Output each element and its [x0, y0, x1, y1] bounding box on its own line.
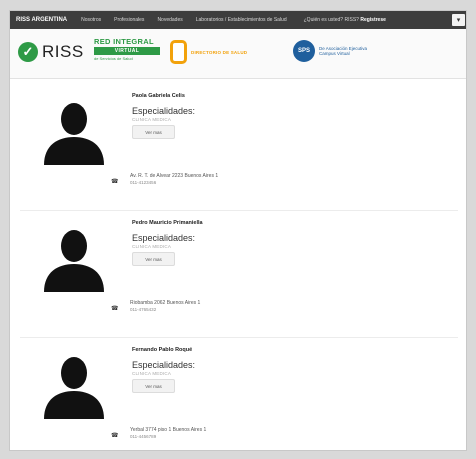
red-integral-title: RED INTEGRAL: [94, 37, 154, 46]
red-integral-subtitle: de Servicios de Salud: [94, 56, 133, 61]
doctor-address: Av. R. T. de Alvear 2223 Buenos Aires 1: [130, 173, 219, 179]
logo-strip: ✓ RISS RED INTEGRAL VIRTUAL de Servicios…: [10, 29, 466, 79]
register-link[interactable]: Registrese: [360, 17, 386, 23]
directorio-text: DIRECTORIO DE SALUD: [191, 49, 248, 55]
riss-logo-text: RISS: [42, 42, 84, 61]
ver-mas-button[interactable]: Ver mas: [132, 379, 175, 393]
page-frame: RISS ARGENTINA Nosotros Profesionales No…: [9, 10, 467, 451]
checkmark-icon: ✓: [18, 42, 38, 62]
directorio-salud-logo[interactable]: DIRECTORIO DE SALUD: [170, 40, 247, 64]
phone-icon: ☎: [111, 179, 119, 185]
login-prompt[interactable]: ¿Quién es usted? RISS? Registrese: [304, 17, 386, 23]
menu-toggle-button[interactable]: ▾: [452, 14, 465, 26]
ver-mas-label: Ver mas: [145, 129, 162, 135]
avatar: [30, 222, 118, 292]
doctor-phone[interactable]: 011-4123456: [130, 180, 156, 185]
doctor-card: Pedro Mauricio Primaniella Especialidade…: [10, 210, 466, 336]
ver-mas-label: Ver mas: [145, 383, 162, 389]
ver-mas-button[interactable]: Ver mas: [132, 252, 175, 266]
doctor-name[interactable]: Fernando Pablo Roqué: [132, 347, 192, 353]
ver-mas-label: Ver mas: [145, 256, 162, 262]
nav-link-novedades[interactable]: Novedades: [157, 17, 182, 23]
doctor-card: Fernando Pablo Roqué Especialidades: CLI…: [10, 337, 466, 450]
doctor-name[interactable]: Paola Gabriela Celis: [132, 93, 185, 99]
campus-virtual-logo[interactable]: SPS De Asociación Ejecutiva Campus Virtu…: [293, 40, 371, 62]
especialidad-value: CLINICA MEDICA: [132, 244, 172, 249]
brand-link[interactable]: RISS ARGENTINA: [16, 17, 67, 23]
doctor-address: Riobamba 2062 Buenos Aires 1: [130, 300, 201, 306]
red-integral-virtual: VIRTUAL: [94, 47, 160, 55]
especialidad-value: CLINICA MEDICA: [132, 117, 172, 122]
chevron-down-icon: ▾: [456, 17, 461, 24]
phone-icon: ☎: [111, 306, 119, 312]
doctor-phone[interactable]: 011-4765432: [130, 307, 156, 312]
campus-text: De Asociación Ejecutiva Campus Virtual: [319, 46, 368, 56]
avatar: [30, 349, 118, 419]
doctor-name[interactable]: Pedro Mauricio Primaniella: [132, 220, 203, 226]
phone-icon: ☎: [111, 433, 119, 439]
top-navbar: RISS ARGENTINA Nosotros Profesionales No…: [10, 11, 466, 29]
directory-icon: [170, 40, 187, 64]
person-silhouette-icon: [44, 357, 104, 419]
card-divider: [20, 337, 458, 338]
red-integral-logo[interactable]: RED INTEGRAL VIRTUAL de Servicios de Sal…: [94, 37, 160, 61]
riss-logo[interactable]: ✓ RISS: [18, 42, 84, 62]
doctor-card: Paola Gabriela Celis Especialidades: CLI…: [10, 83, 466, 209]
doctor-address: Yerbal 3774 piso 1 Buenos Aires 1: [130, 427, 207, 433]
especialidades-label: Especialidades:: [132, 233, 196, 243]
especialidades-label: Especialidades:: [132, 106, 196, 116]
login-prefix: ¿Quién es usted? RISS?: [303, 17, 359, 23]
nav-link-nosotros[interactable]: Nosotros: [81, 17, 101, 23]
nav-link-laboratorios[interactable]: Laboratorios / Establecimientos de Salud: [196, 17, 287, 23]
card-divider: [20, 210, 458, 211]
doctor-phone[interactable]: 011-4456789: [130, 434, 156, 439]
especialidad-value: CLINICA MEDICA: [132, 371, 172, 376]
person-silhouette-icon: [44, 230, 104, 292]
avatar: [30, 95, 118, 165]
ver-mas-button[interactable]: Ver mas: [132, 125, 175, 139]
especialidades-label: Especialidades:: [132, 360, 196, 370]
campus-badge-icon: SPS: [293, 40, 315, 62]
person-silhouette-icon: [44, 103, 104, 165]
nav-link-profesionales[interactable]: Profesionales: [114, 17, 144, 23]
